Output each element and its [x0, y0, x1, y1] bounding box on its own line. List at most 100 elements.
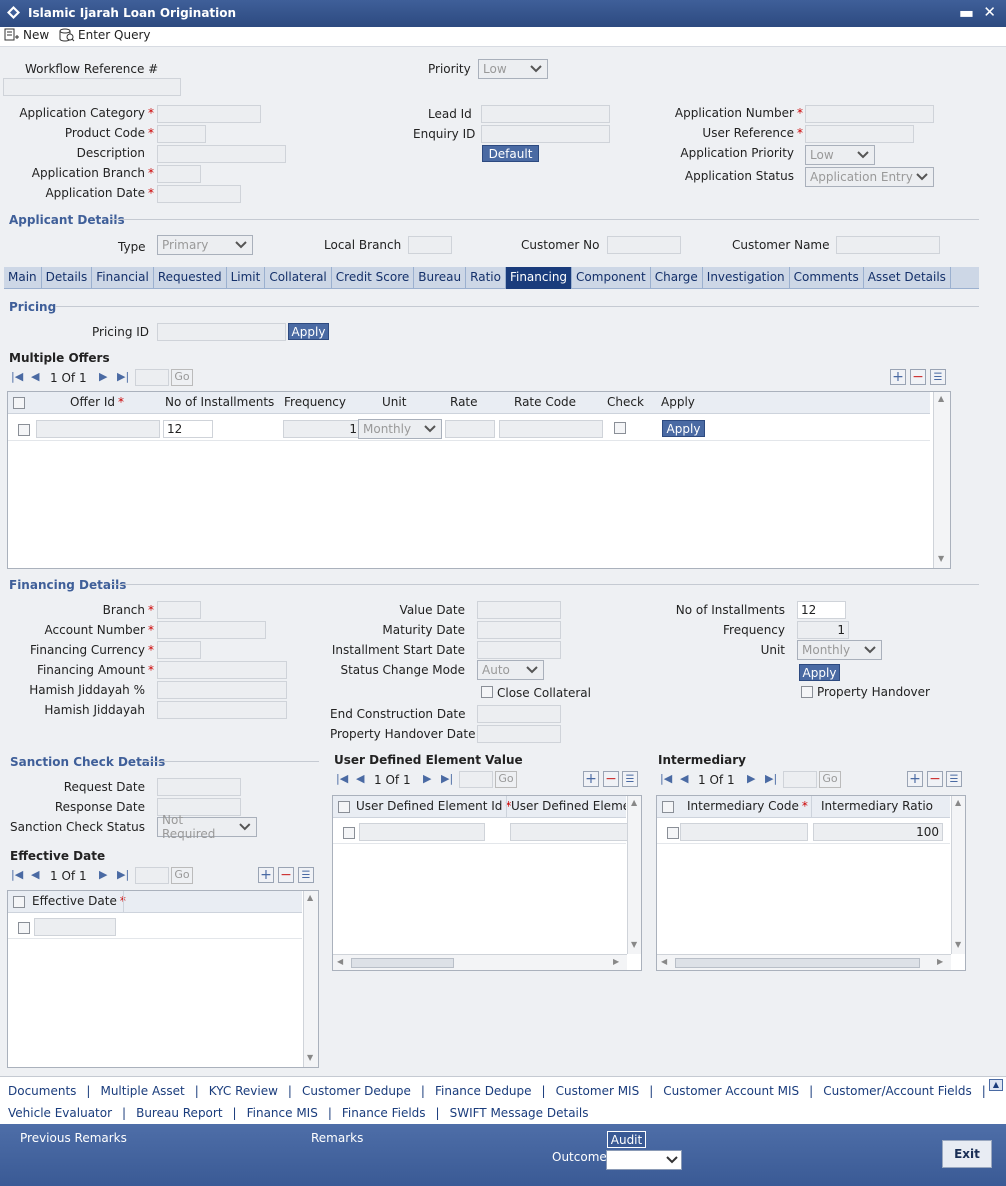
enquiry-id-input[interactable] [481, 125, 610, 143]
page-number-input[interactable] [135, 867, 169, 884]
property-handover-date-input[interactable] [477, 725, 561, 743]
app-branch-input[interactable] [157, 165, 201, 183]
go-button[interactable]: Go [171, 867, 193, 884]
tab-financial[interactable]: Financial [92, 267, 154, 289]
no-installments-field[interactable]: 12 [797, 601, 846, 619]
outcome-select[interactable] [606, 1150, 682, 1170]
value-date-input[interactable] [477, 601, 561, 619]
sanction-status-select[interactable]: Not Required [157, 813, 257, 841]
link-customer-mis[interactable]: Customer MIS [556, 1084, 640, 1098]
intermediary-vscrollbar[interactable]: ▲ ▼ [951, 796, 965, 954]
link-swift-message-details[interactable]: SWIFT Message Details [450, 1106, 589, 1120]
prev-page-icon[interactable]: ◀ [31, 370, 39, 383]
rate-code-input[interactable] [499, 420, 603, 438]
property-handover-checkbox[interactable] [801, 686, 813, 698]
link-customer-account-mis[interactable]: Customer Account MIS [663, 1084, 799, 1098]
check-checkbox[interactable] [614, 422, 626, 434]
end-construction-input[interactable] [477, 705, 561, 723]
no-installments-input[interactable]: 12 [163, 420, 213, 438]
page-number-input[interactable] [135, 369, 169, 386]
app-number-input[interactable] [805, 105, 934, 123]
status-change-mode-select[interactable]: Auto [477, 660, 544, 680]
intermediary-hscrollbar[interactable]: ◀ ▶ [657, 954, 951, 970]
effective-scrollbar[interactable]: ▲ ▼ [303, 891, 318, 1067]
close-collateral-checkbox[interactable] [481, 686, 493, 698]
row-checkbox[interactable] [18, 922, 30, 934]
customer-no-input[interactable] [607, 236, 681, 254]
hamish-input[interactable] [157, 701, 287, 719]
priority-select[interactable]: Low [478, 59, 548, 79]
rate-input[interactable] [445, 420, 495, 438]
row-apply-button[interactable]: Apply [662, 420, 705, 437]
tab-investigation[interactable]: Investigation [703, 267, 790, 289]
first-page-icon[interactable]: |◀ [11, 868, 23, 881]
first-page-icon[interactable]: |◀ [11, 370, 23, 383]
tab-limit[interactable]: Limit [227, 267, 266, 289]
delete-row-icon[interactable]: − [910, 369, 926, 385]
select-all-checkbox[interactable] [338, 801, 350, 813]
add-row-icon[interactable]: + [258, 867, 274, 883]
installment-start-input[interactable] [477, 641, 561, 659]
description-input[interactable] [157, 145, 286, 163]
link-customer-dedupe[interactable]: Customer Dedupe [302, 1084, 411, 1098]
page-number-input[interactable] [459, 771, 493, 788]
type-select[interactable]: Primary [157, 235, 253, 255]
tab-asset-details[interactable]: Asset Details [864, 267, 951, 289]
audit-button[interactable]: Audit [607, 1131, 646, 1148]
delete-row-icon[interactable]: − [278, 867, 294, 883]
tab-charge[interactable]: Charge [651, 267, 703, 289]
product-code-input[interactable] [157, 125, 206, 143]
unit-field-select[interactable]: Monthly [797, 640, 882, 660]
ude-vscrollbar[interactable]: ▲ ▼ [627, 796, 641, 954]
account-number-input[interactable] [157, 621, 266, 639]
minimize-button[interactable]: ▬ [959, 3, 974, 22]
exit-button[interactable]: Exit [942, 1140, 992, 1168]
select-all-checkbox[interactable] [13, 896, 25, 908]
add-row-icon[interactable]: + [583, 771, 599, 787]
link-finance-mis[interactable]: Finance MIS [247, 1106, 318, 1120]
maturity-date-input[interactable] [477, 621, 561, 639]
branch-input[interactable] [157, 601, 201, 619]
page-number-input[interactable] [783, 771, 817, 788]
last-page-icon[interactable]: ▶| [765, 772, 777, 785]
ude-id-input[interactable] [359, 823, 485, 841]
workflow-ref-input[interactable] [3, 78, 181, 96]
default-button[interactable]: Default [482, 145, 539, 162]
pricing-id-input[interactable] [157, 323, 286, 341]
tab-requested[interactable]: Requested [154, 267, 227, 289]
last-page-icon[interactable]: ▶| [117, 370, 129, 383]
go-button[interactable]: Go [495, 771, 517, 788]
row-checkbox[interactable] [343, 827, 355, 839]
first-page-icon[interactable]: |◀ [336, 772, 348, 785]
tab-component[interactable]: Component [572, 267, 651, 289]
tab-comments[interactable]: Comments [790, 267, 864, 289]
next-page-icon[interactable]: ▶ [423, 772, 431, 785]
prev-page-icon[interactable]: ◀ [356, 772, 364, 785]
single-view-icon[interactable]: ☰ [298, 867, 314, 883]
tab-financing[interactable]: Financing [505, 267, 573, 289]
frequency-input[interactable]: 1 [283, 420, 361, 438]
intermediary-code-input[interactable] [680, 823, 808, 841]
ude-hscrollbar[interactable]: ◀ ▶ [333, 954, 627, 970]
offer-id-input[interactable] [36, 420, 160, 438]
pricing-apply-button[interactable]: Apply [288, 323, 329, 340]
row-checkbox[interactable] [667, 827, 679, 839]
effective-date-input[interactable] [34, 918, 116, 936]
add-row-icon[interactable]: + [907, 771, 923, 787]
row-checkbox[interactable] [18, 424, 30, 436]
link-multiple-asset[interactable]: Multiple Asset [100, 1084, 184, 1098]
go-button[interactable]: Go [171, 369, 193, 386]
hamish-pct-input[interactable] [157, 681, 287, 699]
enter-query-button[interactable]: Enter Query [58, 28, 151, 42]
delete-row-icon[interactable]: − [927, 771, 943, 787]
next-page-icon[interactable]: ▶ [747, 772, 755, 785]
select-all-checkbox[interactable] [13, 397, 25, 409]
financing-amount-input[interactable] [157, 661, 287, 679]
offers-scrollbar[interactable]: ▲ ▼ [933, 392, 950, 568]
tab-collateral[interactable]: Collateral [265, 267, 332, 289]
tab-ratio[interactable]: Ratio [466, 267, 506, 289]
prev-page-icon[interactable]: ◀ [31, 868, 39, 881]
single-view-icon[interactable]: ☰ [946, 771, 962, 787]
financing-apply-button[interactable]: Apply [799, 664, 840, 681]
first-page-icon[interactable]: |◀ [660, 772, 672, 785]
